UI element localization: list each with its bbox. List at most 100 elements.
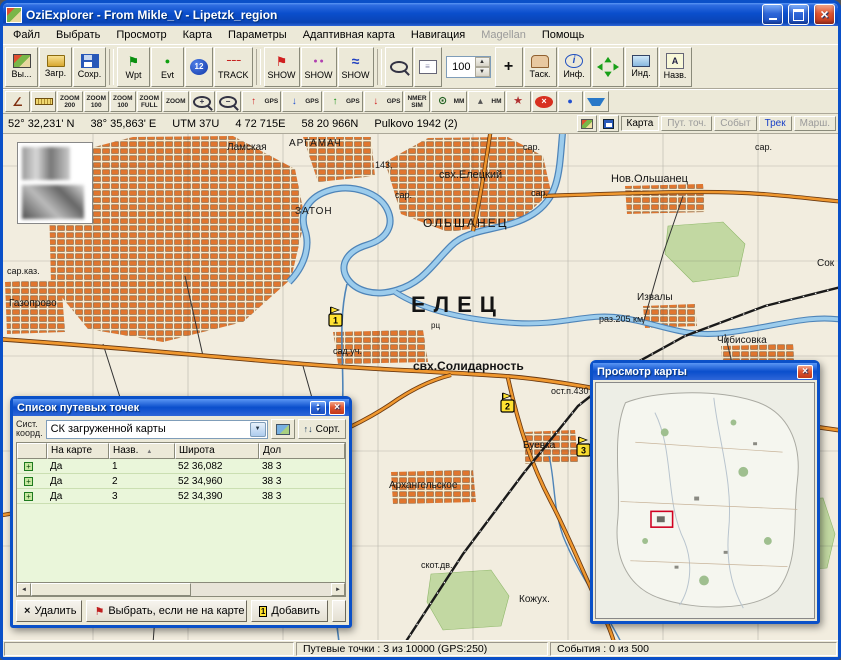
waypoint-window-close-button[interactable]: ×	[329, 401, 345, 415]
waypoint-row[interactable]: Да352 34,39038 3	[17, 489, 345, 504]
map-information-button[interactable]: Инф.	[558, 47, 591, 87]
coord-system-value: СК загруженной карты	[51, 423, 166, 435]
select-map-button[interactable]: Вы...	[5, 47, 38, 87]
waypoint-row[interactable]: Да152 36,08238 3	[17, 459, 345, 474]
zoom-window-button[interactable]	[385, 47, 413, 87]
button-caption: SHOW	[268, 71, 296, 80]
gps-send-waypoints-button[interactable]: GPS	[242, 91, 282, 112]
zoom-100-alt-button[interactable]: ZOOM 100	[110, 91, 136, 112]
button-label: ZOOM 200	[60, 95, 80, 109]
column-header-2[interactable]: Назв.	[109, 443, 175, 459]
column-header-3[interactable]: Широта	[175, 443, 259, 459]
horizontal-scrollbar[interactable]: ◄ ►	[17, 582, 345, 596]
waypoint-create-button[interactable]: Wpt	[117, 47, 150, 87]
drag-map-button[interactable]: Таск.	[524, 47, 557, 87]
tab-waypoints[interactable]: Пут. точ.	[661, 116, 712, 131]
save-position-button[interactable]	[599, 115, 619, 132]
tab-track[interactable]: Трек	[759, 116, 792, 131]
pan-map-button[interactable]	[592, 47, 624, 87]
select-if-not-on-map-button[interactable]: ⚑ Выбрать, если не на карте	[86, 600, 246, 622]
overview-map-image	[596, 383, 814, 618]
waypoint-window-titlebar[interactable]: Список путевых точек ▲▼ ×	[13, 399, 349, 416]
title-bar[interactable]: OziExplorer - From Mikle_V - Lipetzk_reg…	[3, 3, 838, 26]
name-search-button[interactable]: Назв.	[659, 47, 692, 87]
zoom-spinner-up[interactable]	[475, 57, 490, 67]
tab-map[interactable]: Карта	[621, 116, 660, 131]
gps-send-tracks-button[interactable]: GPS	[323, 91, 363, 112]
map-thumbnail[interactable]	[17, 142, 93, 224]
zoom-spinner-down[interactable]	[475, 67, 490, 77]
gps-get-waypoints-button[interactable]: GPS	[282, 91, 322, 112]
coord-system-label: Сист. коорд.	[16, 420, 43, 438]
menu-navigation[interactable]: Навигация	[403, 27, 473, 43]
column-header-4[interactable]: Дол	[259, 443, 345, 459]
zoom-full-button[interactable]: ZOOM FULL	[137, 91, 163, 112]
measure-distance-button[interactable]	[31, 91, 56, 112]
position-anchor-button[interactable]	[495, 47, 523, 87]
show-tracks-button[interactable]: SHOW	[338, 47, 374, 87]
rollup-button[interactable]: ▲▼	[310, 401, 326, 415]
menu-map[interactable]: Карта	[175, 27, 220, 43]
menu-help[interactable]: Помощь	[534, 27, 593, 43]
delete-button[interactable]: × Удалить	[16, 600, 82, 622]
clipped-button[interactable]	[332, 600, 346, 622]
zoom-set-button[interactable]: ZOOM	[163, 91, 189, 112]
menu-view[interactable]: Просмотр	[108, 27, 174, 43]
save-button[interactable]: Сохр.	[73, 47, 106, 87]
map-picture-button[interactable]	[271, 419, 295, 439]
record-button[interactable]	[558, 91, 583, 112]
stop-button[interactable]	[532, 91, 557, 112]
show-waypoints-button[interactable]: SHOW	[264, 47, 300, 87]
button-label: GPS	[346, 98, 360, 105]
column-header-0[interactable]	[17, 443, 47, 459]
tab-events[interactable]: Событ	[714, 116, 756, 131]
minimize-button[interactable]	[762, 4, 783, 25]
close-button[interactable]	[814, 4, 835, 25]
filter-button[interactable]	[584, 91, 609, 112]
measure-angle-button[interactable]	[5, 91, 30, 112]
moving-map-button[interactable]: MM	[431, 91, 468, 112]
menu-select[interactable]: Выбрать	[48, 27, 108, 43]
event-create-button[interactable]: Evt	[151, 47, 184, 87]
coord-system-select[interactable]: СК загруженной карты	[46, 420, 268, 439]
magnify-out-button[interactable]	[216, 91, 241, 112]
scroll-left-arrow[interactable]: ◄	[17, 583, 31, 596]
zoom-level-combo[interactable]: 100	[446, 56, 491, 78]
map-image-button[interactable]	[577, 115, 597, 132]
scrollbar-thumb[interactable]	[31, 583, 191, 596]
show-events-button[interactable]: SHOW	[301, 47, 337, 87]
zoom-200-button[interactable]: ZOOM 200	[57, 91, 83, 112]
point-count-button[interactable]	[185, 47, 213, 87]
scrollbar-track[interactable]	[191, 583, 331, 596]
map-label: сад.уч.	[333, 346, 362, 356]
maximize-button[interactable]	[788, 4, 809, 25]
preview-window-close-button[interactable]: ×	[797, 365, 813, 379]
nm-mode-button[interactable]: НМ	[468, 91, 504, 112]
preview-window-titlebar[interactable]: Просмотр карты ×	[593, 363, 817, 380]
waypoint-table-rows: Да152 36,08238 3Да252 34,96038 3Да352 34…	[17, 459, 345, 582]
compass-button[interactable]	[506, 91, 531, 112]
track-control-button[interactable]: TRACK	[214, 47, 253, 87]
menu-options[interactable]: Параметры	[220, 27, 295, 43]
tab-route[interactable]: Марш.	[794, 116, 836, 131]
sort-button[interactable]: ↑↓ Сорт.	[298, 419, 346, 439]
gps-get-tracks-button[interactable]: GPS	[364, 91, 404, 112]
map-label: сар.каз.	[7, 266, 40, 276]
overview-map[interactable]	[595, 382, 815, 619]
column-header-1[interactable]: На карте	[47, 443, 109, 459]
magnify-in-button[interactable]	[190, 91, 215, 112]
chevron-down-icon[interactable]	[250, 422, 266, 437]
zoom-100-button[interactable]: ZOOM 100	[84, 91, 110, 112]
menu-adaptive-map[interactable]: Адаптивная карта	[295, 27, 403, 43]
add-button[interactable]: 1 Добавить	[251, 600, 328, 622]
load-button[interactable]: Загр.	[39, 47, 72, 87]
map-properties-button[interactable]	[414, 47, 442, 87]
menu-file[interactable]: Файл	[5, 27, 48, 43]
cancel-icon	[535, 96, 553, 108]
waypoint-row[interactable]: Да252 34,96038 3	[17, 474, 345, 489]
scroll-right-arrow[interactable]: ►	[331, 583, 345, 596]
indicators-button[interactable]: Инд.	[625, 47, 658, 87]
map-label: Сок	[817, 258, 835, 269]
nmea-simulation-button[interactable]: NMER SIM	[404, 91, 429, 112]
waypoint-symbol-icon	[24, 492, 33, 501]
